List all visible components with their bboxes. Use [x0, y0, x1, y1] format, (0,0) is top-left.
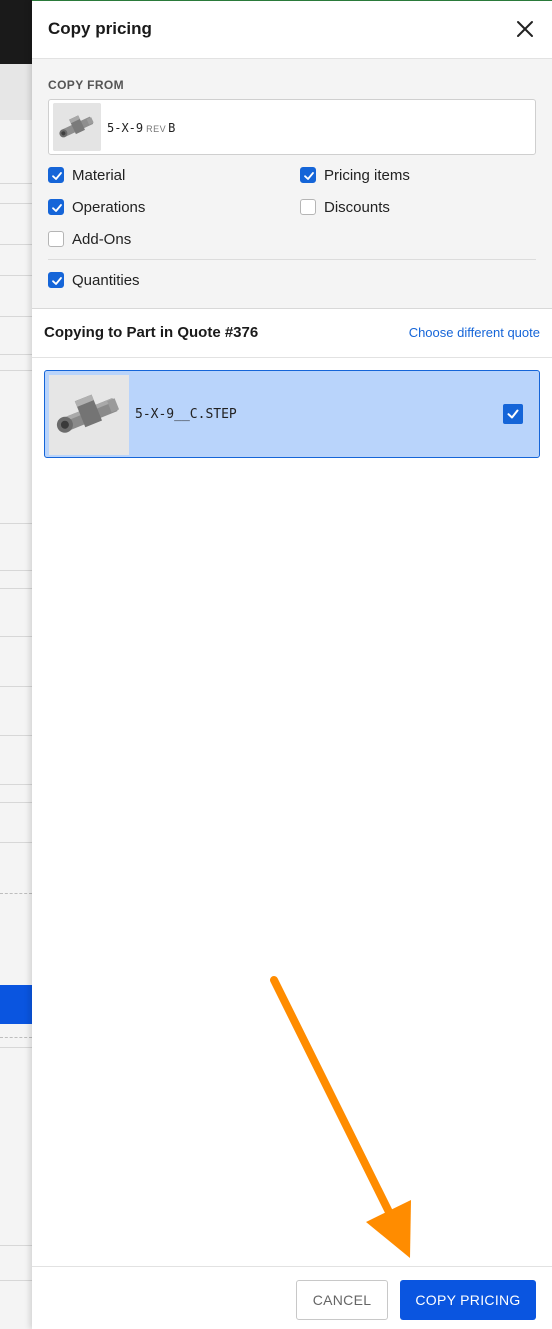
background-divider	[0, 570, 32, 571]
background-divider	[0, 275, 32, 276]
copy-to-header: Copying to Part in Quote #376 Choose dif…	[32, 309, 552, 358]
drawer-title: Copy pricing	[48, 19, 152, 38]
background-toolbar	[0, 64, 32, 120]
checkbox-checked-icon[interactable]	[48, 199, 64, 215]
background-divider	[0, 354, 32, 355]
option-label: Quantities	[72, 271, 140, 289]
copy-from-section: COPY FROM 5-X-9 REV B Material Pricing i…	[32, 59, 552, 309]
background-divider	[0, 203, 32, 204]
source-part-name: 5-X-9 REV B	[107, 121, 175, 135]
cancel-button[interactable]: CANCEL	[296, 1280, 388, 1320]
option-material[interactable]: Material	[48, 165, 125, 185]
target-part-name: 5-X-9__C.STEP	[135, 407, 237, 422]
copy-to-title: Copying to Part in Quote #376	[44, 324, 259, 341]
copy-from-label: COPY FROM	[48, 78, 125, 92]
background-divider	[0, 636, 32, 637]
option-label: Pricing items	[324, 166, 410, 184]
option-add-ons[interactable]: Add-Ons	[48, 229, 131, 249]
option-label: Discounts	[324, 198, 390, 216]
copy-pricing-button[interactable]: COPY PRICING	[400, 1280, 536, 1320]
drawer-footer: CANCEL COPY PRICING	[32, 1266, 552, 1329]
checkbox-checked-icon[interactable]	[503, 404, 523, 424]
option-label: Add-Ons	[72, 230, 132, 248]
background-dashed-divider	[0, 1037, 32, 1038]
checkbox-unchecked-icon[interactable]	[48, 231, 64, 247]
background-divider	[0, 523, 32, 524]
background-divider	[0, 1280, 32, 1281]
background-divider	[0, 183, 32, 184]
target-part-card[interactable]: 5-X-9__C.STEP	[44, 370, 540, 458]
background-page	[0, 0, 32, 1329]
background-divider	[0, 802, 32, 803]
rev-label: REV	[146, 124, 167, 134]
background-divider	[0, 784, 32, 785]
background-divider	[0, 316, 32, 317]
background-divider	[0, 1245, 32, 1246]
background-divider	[0, 370, 32, 371]
checkbox-checked-icon[interactable]	[48, 272, 64, 288]
option-discounts[interactable]: Discounts	[300, 197, 390, 217]
options-divider	[48, 259, 536, 260]
close-icon[interactable]	[514, 18, 536, 40]
option-operations[interactable]: Operations	[48, 197, 145, 217]
background-divider	[0, 686, 32, 687]
background-dashed-divider	[0, 893, 32, 894]
source-part-number: 5-X-9	[107, 121, 144, 135]
checkbox-checked-icon[interactable]	[48, 167, 64, 183]
background-selected-row	[0, 985, 32, 1024]
background-divider	[0, 588, 32, 589]
background-divider	[0, 244, 32, 245]
background-divider	[0, 842, 32, 843]
part-thumbnail	[53, 103, 101, 151]
part-thumbnail	[49, 375, 129, 455]
background-topbar	[0, 0, 32, 64]
option-label: Material	[72, 166, 126, 184]
rev-value: B	[168, 121, 176, 135]
option-pricing-items[interactable]: Pricing items	[300, 165, 410, 185]
checkbox-unchecked-icon[interactable]	[300, 199, 316, 215]
source-part: 5-X-9 REV B	[48, 99, 536, 155]
background-divider	[0, 735, 32, 736]
option-quantities[interactable]: Quantities	[48, 270, 140, 290]
drawer-header: Copy pricing	[32, 1, 552, 59]
background-divider	[0, 1047, 32, 1048]
choose-different-quote-link[interactable]: Choose different quote	[409, 325, 540, 340]
copy-pricing-drawer: Copy pricing COPY FROM 5-X-9 REV B Mater…	[32, 0, 552, 1329]
checkbox-checked-icon[interactable]	[300, 167, 316, 183]
option-label: Operations	[72, 198, 146, 216]
